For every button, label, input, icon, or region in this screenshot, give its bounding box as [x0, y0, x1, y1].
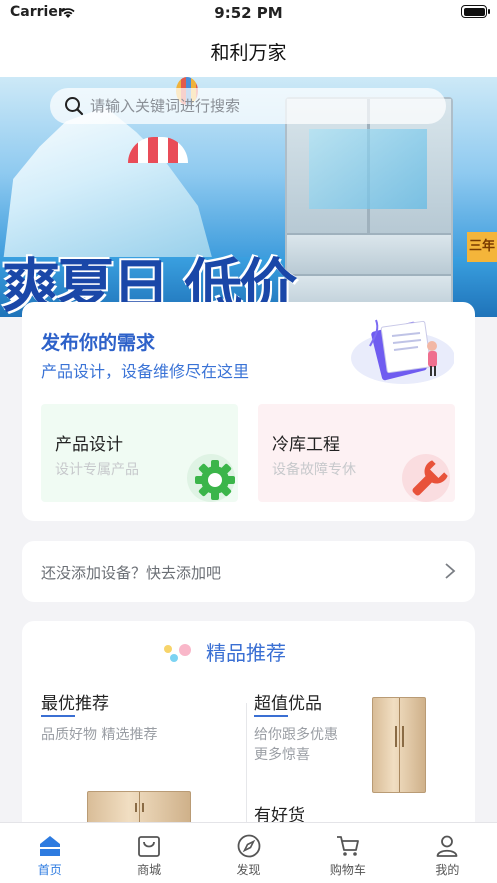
home-icon	[39, 836, 60, 856]
tab-cart[interactable]: 购物车	[298, 823, 397, 883]
clock: 9:52 PM	[214, 4, 283, 22]
nav-bar: 和利万家	[0, 26, 497, 77]
tile-title: 冷库工程	[272, 435, 340, 455]
tab-label: 商城	[137, 863, 162, 877]
divider	[246, 703, 247, 823]
search-bar[interactable]	[50, 88, 446, 124]
tile-subtitle: 设计专属产品	[55, 462, 139, 478]
rec-value-title: 超值优品	[254, 689, 322, 717]
wrench-icon	[402, 454, 450, 502]
needs-subheading: 产品设计，设备维修尽在这里	[41, 362, 250, 381]
tile-product-design[interactable]: 产品设计 设计专属产品	[41, 404, 238, 502]
fridge-graphic	[285, 97, 453, 317]
tab-label: 购物车	[329, 863, 366, 877]
tab-mall[interactable]: 商城	[99, 823, 198, 883]
tab-bar: 首页 商城 发现 购物车 我的	[0, 822, 497, 883]
add-device-row[interactable]: 还没添加设备？快去添加吧	[22, 541, 475, 602]
tab-label: 发现	[236, 863, 261, 877]
tab-home[interactable]: 首页	[0, 823, 99, 883]
battery-icon	[461, 5, 490, 18]
section-title: 精品推荐	[206, 641, 286, 665]
cart-icon	[336, 836, 359, 856]
page-title: 和利万家	[210, 42, 287, 64]
document-illustration-icon	[351, 319, 454, 384]
chevron-right-icon	[445, 563, 456, 579]
search-input[interactable]	[90, 88, 430, 124]
recommend-section: 精品推荐 最优推荐 品质好物 精选推荐 超值优品 给你跟多优惠 更多惊喜 有好货	[22, 621, 475, 841]
tab-discover[interactable]: 发现	[199, 823, 298, 883]
user-icon	[436, 835, 458, 857]
tab-label: 我的	[435, 863, 460, 877]
banner-corner-tag: 三年	[467, 232, 497, 262]
needs-heading[interactable]: 发布你的需求	[41, 328, 155, 355]
status-bar: Carrier 9:52 PM	[0, 0, 497, 26]
tab-mine[interactable]: 我的	[398, 823, 497, 883]
tile-cold-storage[interactable]: 冷库工程 设备故障专休	[258, 404, 455, 502]
compass-icon	[237, 834, 260, 858]
rec-best-title: 最优推荐	[41, 689, 109, 717]
add-device-text: 还没添加设备？快去添加吧	[41, 564, 222, 582]
rec-value-subtitle: 给你跟多优惠 更多惊喜	[254, 727, 338, 763]
needs-card: 发布你的需求 产品设计，设备维修尽在这里 产品设计 设计专属产品 冷库工程 设备…	[22, 302, 475, 521]
decorative-dots-icon	[164, 644, 191, 662]
tile-subtitle: 设备故障专休	[272, 462, 356, 478]
gear-icon	[187, 454, 235, 502]
shopping-bag-icon	[138, 836, 161, 857]
tile-title: 产品设计	[55, 435, 123, 455]
rec-best-subtitle: 品质好物 精选推荐	[41, 727, 158, 743]
tab-label: 首页	[37, 863, 62, 877]
search-icon	[65, 97, 84, 116]
product-fridge-image	[372, 697, 426, 793]
